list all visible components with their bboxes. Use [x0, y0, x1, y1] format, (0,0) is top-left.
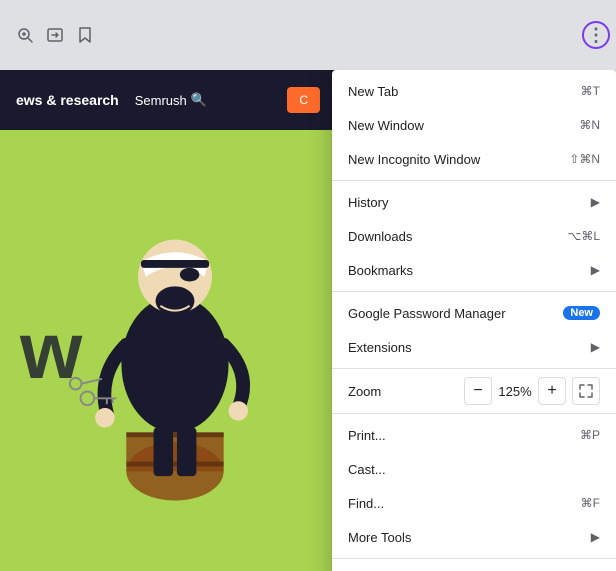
menu-item-more-tools-label: More Tools — [348, 530, 583, 545]
zoom-plus-button[interactable]: + — [538, 377, 566, 405]
history-arrow-icon: ▶ — [591, 195, 600, 209]
bookmarks-arrow-icon: ▶ — [591, 263, 600, 277]
zoom-row: Zoom − 125% + — [332, 373, 616, 409]
menu-item-cast-label: Cast... — [348, 462, 600, 477]
zoom-value: 125% — [496, 384, 534, 399]
dropdown-menu: New Tab ⌘T New Window ⌘N New Incognito W… — [332, 70, 616, 571]
edit-row: Edit Cut Copy Paste — [332, 563, 616, 571]
pirate-illustration — [60, 150, 290, 520]
fullscreen-button[interactable] — [572, 377, 600, 405]
menu-item-new-tab-shortcut: ⌘T — [581, 84, 600, 98]
menu-item-bookmarks[interactable]: Bookmarks ▶ — [332, 253, 616, 287]
zoom-icon[interactable] — [16, 26, 34, 44]
share-icon[interactable] — [46, 26, 64, 44]
menu-item-find-label: Find... — [348, 496, 573, 511]
fullscreen-icon — [579, 384, 593, 398]
zoom-label: Zoom — [348, 384, 464, 399]
menu-item-bookmarks-label: Bookmarks — [348, 263, 583, 278]
menu-item-new-incognito-shortcut: ⇧⌘N — [569, 152, 600, 166]
menu-item-history[interactable]: History ▶ — [332, 185, 616, 219]
divider-4 — [332, 413, 616, 414]
divider-2 — [332, 291, 616, 292]
divider-3 — [332, 368, 616, 369]
menu-item-extensions-label: Extensions — [348, 340, 583, 355]
page-content: ews & research Semrush 🔍 C w — [0, 70, 616, 571]
menu-item-downloads-label: Downloads — [348, 229, 559, 244]
menu-item-print-label: Print... — [348, 428, 572, 443]
semrush-search-icon: 🔍 — [191, 92, 207, 108]
menu-item-cast[interactable]: Cast... — [332, 452, 616, 486]
menu-item-new-window-shortcut: ⌘N — [579, 118, 600, 132]
dark-header: ews & research Semrush 🔍 C — [0, 70, 336, 130]
menu-item-downloads[interactable]: Downloads ⌥⌘L — [332, 219, 616, 253]
menu-item-new-incognito-label: New Incognito Window — [348, 152, 561, 167]
menu-item-new-incognito[interactable]: New Incognito Window ⇧⌘N — [332, 142, 616, 176]
page-inner: ews & research Semrush 🔍 C w — [0, 70, 336, 571]
menu-item-downloads-shortcut: ⌥⌘L — [567, 229, 600, 243]
menu-item-more-tools[interactable]: More Tools ▶ — [332, 520, 616, 554]
new-badge: New — [563, 306, 600, 320]
menu-item-print-shortcut: ⌘P — [580, 428, 600, 442]
menu-item-history-label: History — [348, 195, 583, 210]
toolbar-icons — [16, 26, 94, 44]
green-section: w — [0, 130, 336, 571]
menu-item-password-manager-label: Google Password Manager — [348, 306, 555, 321]
menu-item-find[interactable]: Find... ⌘F — [332, 486, 616, 520]
bookmark-icon[interactable] — [76, 26, 94, 44]
semrush-badge: Semrush 🔍 — [135, 92, 207, 108]
unlimited-button[interactable]: C — [287, 87, 320, 113]
three-dots-button[interactable]: ⋮ — [582, 21, 610, 49]
divider-5 — [332, 558, 616, 559]
menu-item-new-tab-label: New Tab — [348, 84, 573, 99]
menu-item-extensions[interactable]: Extensions ▶ — [332, 330, 616, 364]
news-research-text: ews & research — [16, 92, 119, 109]
zoom-controls: − 125% + — [464, 377, 566, 405]
menu-item-print[interactable]: Print... ⌘P — [332, 418, 616, 452]
menu-item-password-manager[interactable]: Google Password Manager New — [332, 296, 616, 330]
more-tools-arrow-icon: ▶ — [591, 530, 600, 544]
divider-1 — [332, 180, 616, 181]
zoom-minus-button[interactable]: − — [464, 377, 492, 405]
menu-item-new-tab[interactable]: New Tab ⌘T — [332, 74, 616, 108]
three-dots-icon: ⋮ — [587, 26, 605, 44]
menu-item-find-shortcut: ⌘F — [581, 496, 600, 510]
browser-chrome: ⋮ — [0, 0, 616, 70]
menu-item-new-window-label: New Window — [348, 118, 571, 133]
extensions-arrow-icon: ▶ — [591, 340, 600, 354]
semrush-text: Semrush — [135, 93, 187, 108]
menu-item-new-window[interactable]: New Window ⌘N — [332, 108, 616, 142]
